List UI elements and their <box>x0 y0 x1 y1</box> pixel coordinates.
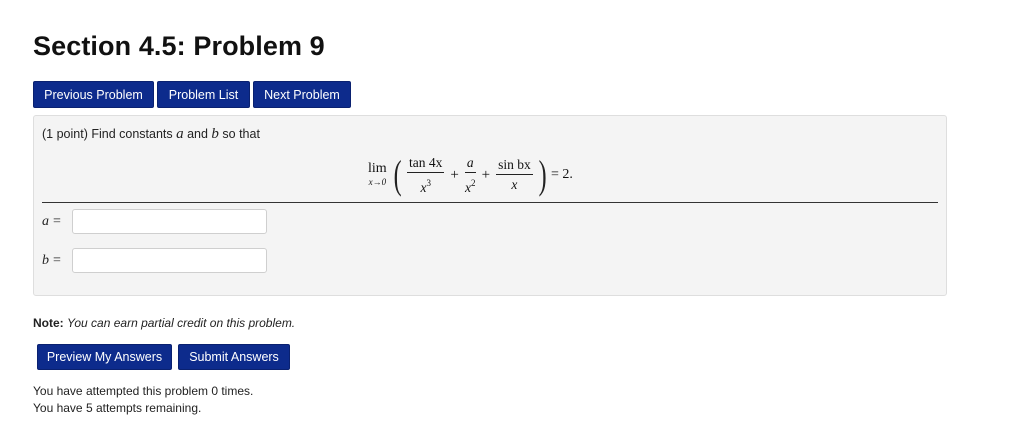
limit-operator: lim x→0 <box>368 162 387 188</box>
limit-equation: lim x→0 ( tan 4x x3 + a x2 + sin bx x ) … <box>368 153 573 197</box>
attempted-count-text: You have attempted this problem 0 times. <box>33 384 254 398</box>
answer-row-b: b = <box>42 248 267 273</box>
partial-credit-note: Note: You can earn partial credit on thi… <box>33 316 295 330</box>
problem-suffix: so that <box>218 127 260 141</box>
answer-b-input[interactable] <box>72 248 267 273</box>
answer-b-label: b = <box>42 252 61 268</box>
fraction-sin: sin bx x <box>496 157 533 193</box>
page-title: Section 4.5: Problem 9 <box>33 31 325 61</box>
left-paren: ( <box>393 152 402 197</box>
divider <box>42 202 938 203</box>
lim-subscript: x→0 <box>368 177 387 187</box>
answer-a-input[interactable] <box>72 209 267 234</box>
problem-list-button[interactable]: Problem List <box>157 81 250 108</box>
problem-and: and <box>183 127 212 141</box>
answer-a-label: a = <box>42 213 61 229</box>
fraction-sin-numerator: sin bx <box>496 157 533 175</box>
problem-box: (1 point) Find constants a and b so that… <box>33 115 947 296</box>
attempts-status: You have attempted this problem 0 times.… <box>33 383 253 417</box>
previous-problem-button[interactable]: Previous Problem <box>33 81 154 108</box>
plus-sign: + <box>481 166 491 183</box>
problem-nav: Previous Problem Problem List Next Probl… <box>33 81 351 108</box>
plus-sign: + <box>450 166 459 183</box>
lim-word: lim <box>368 161 387 176</box>
variable-b: b <box>211 126 219 142</box>
note-text: You can earn partial credit on this prob… <box>67 316 296 330</box>
preview-answers-button[interactable]: Preview My Answers <box>37 344 172 370</box>
next-problem-button[interactable]: Next Problem <box>253 81 351 108</box>
fraction-tan-denominator: x3 <box>420 177 431 195</box>
fraction-a-numerator: a <box>464 155 476 173</box>
fraction-a: a x2 <box>464 155 476 196</box>
submit-answers-button[interactable]: Submit Answers <box>178 344 290 370</box>
problem-statement: (1 point) Find constants a and b so that <box>42 126 260 143</box>
remaining-attempts-text: You have 5 attempts remaining. <box>33 401 202 415</box>
variable-a: a <box>176 126 184 142</box>
fraction-a-denominator: x2 <box>464 177 476 195</box>
equation-rhs: = 2. <box>551 167 573 182</box>
submit-actions: Preview My Answers Submit Answers <box>37 344 290 370</box>
answer-row-a: a = <box>42 209 267 234</box>
fraction-sin-denominator: x <box>511 177 518 192</box>
note-label: Note: <box>33 316 64 330</box>
fraction-tan-numerator: tan 4x <box>407 155 445 173</box>
problem-prefix: (1 point) Find constants <box>42 127 177 141</box>
fraction-tan: tan 4x x3 <box>407 155 445 196</box>
right-paren: ) <box>538 152 547 197</box>
